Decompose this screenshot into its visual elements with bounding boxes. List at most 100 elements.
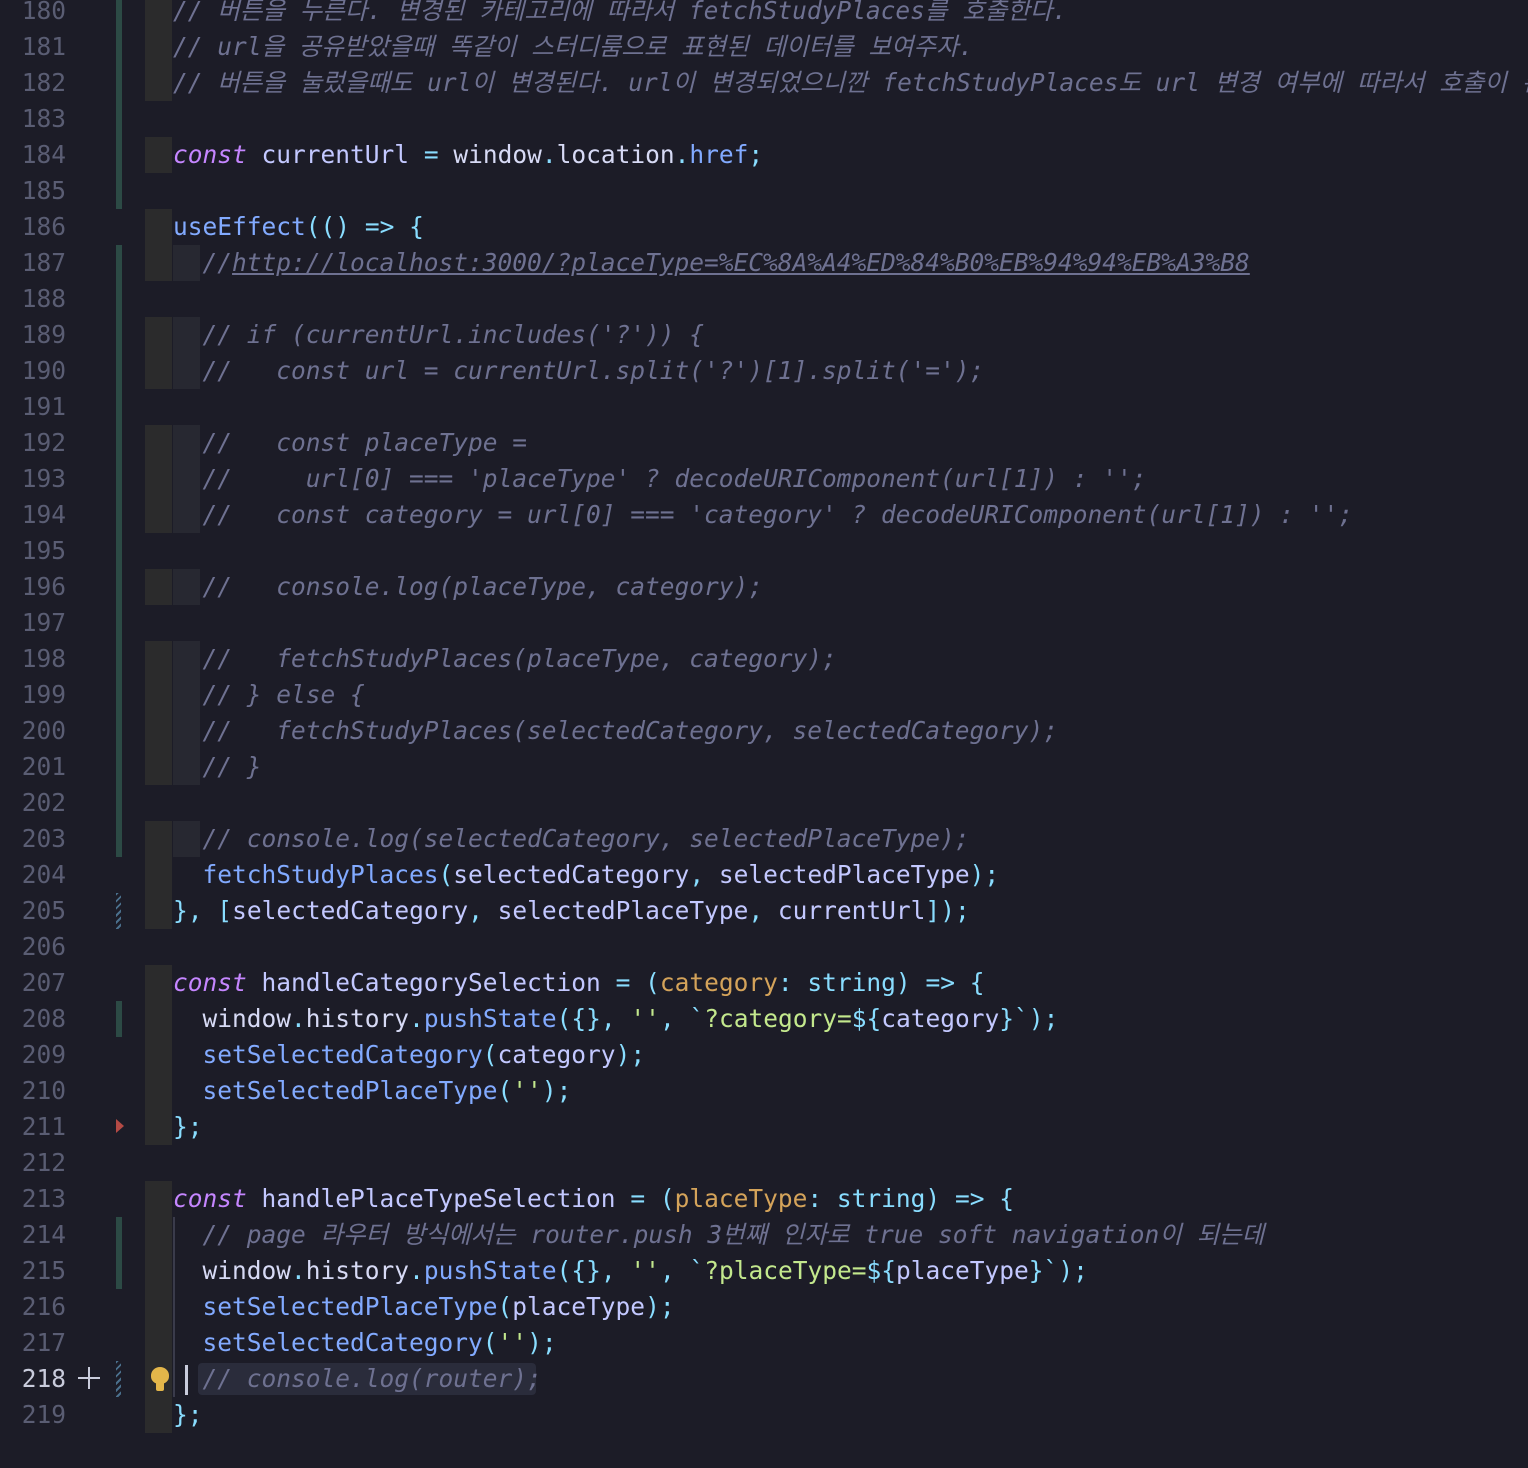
code-text[interactable]: // const url = currentUrl.split('?')[1].… [173, 353, 985, 389]
code-text[interactable]: setSelectedCategory(''); [173, 1325, 557, 1361]
code-line[interactable]: 188 [0, 281, 1528, 317]
code-line[interactable]: 194 // const category = url[0] === 'cate… [0, 497, 1528, 533]
code-text[interactable]: setSelectedPlaceType(''); [173, 1073, 572, 1109]
code-text[interactable]: setSelectedCategory(category); [173, 1037, 646, 1073]
code-text[interactable]: }; [173, 1397, 203, 1433]
code-text[interactable]: // url[0] === 'placeType' ? decodeURICom… [173, 461, 1147, 497]
added-line-marker [116, 785, 122, 821]
modified-line-marker [116, 893, 121, 929]
code-line[interactable]: 195 [0, 533, 1528, 569]
code-line[interactable]: 185 [0, 173, 1528, 209]
code-text[interactable]: // fetchStudyPlaces(placeType, category)… [173, 641, 837, 677]
line-number: 212 [21, 1148, 66, 1177]
plus-icon[interactable] [78, 1367, 100, 1389]
code-line[interactable]: 218 // console.log(router); [0, 1361, 1528, 1397]
code-line[interactable]: 219}; [0, 1397, 1528, 1433]
code-line[interactable]: 215 window.history.pushState({}, '', `?p… [0, 1253, 1528, 1289]
code-line[interactable]: 200 // fetchStudyPlaces(selectedCategory… [0, 713, 1528, 749]
code-line[interactable]: 198 // fetchStudyPlaces(placeType, categ… [0, 641, 1528, 677]
code-line[interactable]: 182 // 버튼을 눌렀을때도 url이 변경된다. url이 변경되었으니깐 … [0, 65, 1528, 101]
indent-block [145, 497, 172, 533]
code-line[interactable]: 213 const handlePlaceTypeSelection = (pla… [0, 1181, 1528, 1217]
code-text[interactable]: //http://localhost:3000/?placeType=%EC%8… [173, 245, 1250, 281]
code-text[interactable]: // const category = url[0] === 'category… [173, 497, 1354, 533]
code-line[interactable]: 208 window.history.pushState({}, '', `?c… [0, 1001, 1528, 1037]
indent-block [145, 353, 172, 389]
code-text[interactable]: // } else { [173, 677, 365, 713]
code-line[interactable]: 190 // const url = currentUrl.split('?')… [0, 353, 1528, 389]
code-text[interactable]: }; [173, 1109, 203, 1145]
code-line[interactable]: 184 const currentUrl = window.location.hr… [0, 137, 1528, 173]
code-line[interactable]: 214 // page 라우터 방식에서는 router.push 3번째 인자… [0, 1217, 1528, 1253]
code-line[interactable]: 203 // console.log(selectedCategory, sel… [0, 821, 1528, 857]
line-number: 180 [21, 0, 66, 25]
code-line[interactable]: 201 // } [0, 749, 1528, 785]
added-line-marker [116, 137, 122, 173]
code-editor[interactable]: 180 // 버튼을 누른다. 변경된 카테고리에 따라서 fetchStudyP… [0, 0, 1528, 1433]
code-text[interactable]: // fetchStudyPlaces(selectedCategory, se… [173, 713, 1059, 749]
code-text[interactable]: // url을 공유받았을때 똑같이 스터디룸으로 표현된 데이터를 보여주자. [173, 29, 973, 65]
code-text[interactable]: window.history.pushState({}, '', `?place… [173, 1253, 1088, 1289]
indent-block [145, 569, 172, 605]
code-text[interactable]: const handleCategorySelection = (categor… [173, 965, 985, 1001]
code-text[interactable]: const handlePlaceTypeSelection = (placeT… [173, 1181, 1014, 1217]
indent-block [145, 1181, 172, 1217]
code-line[interactable]: 217 setSelectedCategory(''); [0, 1325, 1528, 1361]
code-text[interactable]: setSelectedPlaceType(placeType); [173, 1289, 675, 1325]
line-number: 217 [21, 1328, 66, 1357]
code-text[interactable]: // if (currentUrl.includes('?')) { [173, 317, 705, 353]
code-text[interactable]: window.history.pushState({}, '', `?categ… [173, 1001, 1059, 1037]
indent-block [145, 1397, 172, 1433]
code-text[interactable]: // console.log(selectedCategory, selecte… [173, 821, 970, 857]
line-number: 189 [21, 320, 66, 349]
code-text[interactable]: // 버튼을 누른다. 변경된 카테고리에 따라서 fetchStudyPlac… [173, 0, 1067, 29]
code-text[interactable]: // 버튼을 눌렀을때도 url이 변경된다. url이 변경되었으니깐 fet… [173, 65, 1528, 101]
code-text[interactable]: }, [selectedCategory, selectedPlaceType,… [173, 893, 970, 929]
code-line[interactable]: 207 const handleCategorySelection = (cate… [0, 965, 1528, 1001]
code-text[interactable]: fetchStudyPlaces(selectedCategory, selec… [173, 857, 1000, 893]
code-line[interactable]: 191 [0, 389, 1528, 425]
code-text[interactable]: // } [173, 749, 262, 785]
line-number: 207 [21, 968, 66, 997]
code-line[interactable]: 196 // console.log(placeType, category); [0, 569, 1528, 605]
code-text[interactable]: // console.log(placeType, category); [173, 569, 764, 605]
line-number: 211 [21, 1112, 66, 1141]
code-line[interactable]: 192 // const placeType = [0, 425, 1528, 461]
code-line[interactable]: 216 setSelectedPlaceType(placeType); [0, 1289, 1528, 1325]
line-number: 188 [21, 284, 66, 313]
line-number: 205 [21, 896, 66, 925]
code-text[interactable]: // console.log(router); [173, 1361, 542, 1397]
code-text[interactable]: const currentUrl = window.location.href; [173, 137, 763, 173]
code-text[interactable]: // page 라우터 방식에서는 router.push 3번째 인자로 tr… [173, 1217, 1265, 1253]
code-line[interactable]: 181 // url을 공유받았을때 똑같이 스터디룸으로 표현된 데이터를 보여… [0, 29, 1528, 65]
code-line[interactable]: 202 [0, 785, 1528, 821]
line-number: 197 [21, 608, 66, 637]
lightbulb-icon[interactable] [150, 1367, 170, 1393]
added-line-marker [116, 461, 122, 497]
code-line[interactable]: 186 useEffect(() => { [0, 209, 1528, 245]
added-line-marker [116, 353, 122, 389]
added-line-marker [116, 389, 122, 425]
code-text[interactable]: // const placeType = [173, 425, 528, 461]
code-line[interactable]: 206 [0, 929, 1528, 965]
code-line[interactable]: 197 [0, 605, 1528, 641]
line-number: 204 [21, 860, 66, 889]
indent-block [145, 821, 172, 857]
code-line[interactable]: 209 setSelectedCategory(category); [0, 1037, 1528, 1073]
code-line[interactable]: 189 // if (currentUrl.includes('?')) { [0, 317, 1528, 353]
code-line[interactable]: 193 // url[0] === 'placeType' ? decodeUR… [0, 461, 1528, 497]
code-line[interactable]: 180 // 버튼을 누른다. 변경된 카테고리에 따라서 fetchStudyP… [0, 0, 1528, 29]
code-line[interactable]: 205 }, [selectedCategory, selectedPlaceTy… [0, 893, 1528, 929]
fold-arrow-icon[interactable] [116, 1119, 124, 1133]
added-line-marker [116, 713, 122, 749]
code-line[interactable]: 212 [0, 1145, 1528, 1181]
code-line[interactable]: 183 [0, 101, 1528, 137]
code-line[interactable]: 210 setSelectedPlaceType(''); [0, 1073, 1528, 1109]
added-line-marker [116, 605, 122, 641]
code-text[interactable]: useEffect(() => { [173, 209, 424, 245]
code-line[interactable]: 204 fetchStudyPlaces(selectedCategory, s… [0, 857, 1528, 893]
line-number: 210 [21, 1076, 66, 1105]
code-line[interactable]: 199 // } else { [0, 677, 1528, 713]
code-line[interactable]: 187 //http://localhost:3000/?placeType=%… [0, 245, 1528, 281]
code-line[interactable]: 211}; [0, 1109, 1528, 1145]
